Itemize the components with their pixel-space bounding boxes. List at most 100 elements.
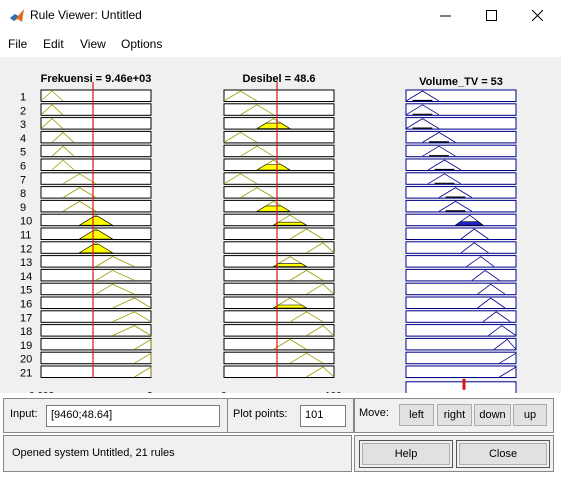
- input-rule-cell: [223, 186, 335, 199]
- input-rule-cell: [40, 310, 152, 323]
- rule-cell-frame: [405, 255, 517, 268]
- input-rule-cell: [40, 337, 152, 351]
- output-rule-cell: [405, 144, 517, 158]
- rule-number: 17: [20, 312, 32, 324]
- menu-edit[interactable]: Edit: [43, 37, 64, 51]
- rule-number: 8: [20, 188, 26, 200]
- rule-number: 14: [20, 271, 32, 283]
- menu-bar: File Edit View Options: [0, 31, 561, 57]
- rule-number: 21: [20, 368, 32, 380]
- minimize-button[interactable]: [422, 0, 468, 31]
- rule-cell-frame: [405, 268, 517, 282]
- input-rule-cell: [40, 89, 152, 102]
- output-rule-cell: [405, 255, 517, 268]
- rule-cell-frame: [405, 130, 517, 144]
- title-bar: Rule Viewer: Untitled: [0, 0, 561, 31]
- output-rule-cell: [405, 213, 517, 227]
- input-rule-cell: [223, 130, 335, 144]
- output-rule-cell: [405, 365, 517, 378]
- input-rule-cell: [223, 255, 335, 268]
- rule-cell-frame: [223, 130, 335, 144]
- input-field[interactable]: [9460;48.64]: [46, 405, 220, 427]
- rule-plot[interactable]: Frekuensi = 9.46e+03 Desibel = 48.6 Volume…: [0, 57, 561, 393]
- input-rule-cell: [40, 324, 152, 337]
- fired-area: [272, 263, 308, 267]
- rule-cell-frame: [405, 227, 517, 240]
- input-rule-cell: [223, 144, 335, 158]
- plot-points-field[interactable]: 101: [300, 405, 346, 427]
- rule-cell-frame: [40, 268, 152, 282]
- output-rule-cell: [405, 351, 517, 365]
- range-max-label: 100: [325, 391, 342, 393]
- menu-file[interactable]: File: [8, 37, 27, 51]
- input-rule-cell: [223, 241, 335, 254]
- range-max-label: 2: [147, 391, 153, 393]
- rule-cell-frame: [40, 199, 152, 213]
- move-down-button[interactable]: down: [474, 404, 511, 426]
- output-rule-cell: [405, 227, 517, 240]
- output-rule-cell: [405, 268, 517, 282]
- help-button-frame: Help: [359, 440, 453, 468]
- input-rule-cell: [40, 144, 152, 158]
- output-rule-cell: [405, 337, 517, 351]
- rule-number: 7: [20, 174, 26, 186]
- input-rule-cell: [40, 172, 152, 185]
- move-right-button[interactable]: right: [437, 404, 472, 426]
- plot-points-panel: Plot points: 101: [227, 398, 354, 433]
- rule-cell-frame: [223, 144, 335, 158]
- rule-number: 11: [20, 230, 31, 242]
- rule-number: 19: [20, 340, 32, 352]
- rule-cell-frame: [40, 296, 152, 309]
- move-up-button[interactable]: up: [513, 404, 547, 426]
- close-button[interactable]: Close: [459, 443, 547, 465]
- rule-cell-frame: [223, 310, 335, 323]
- input-rule-cell: [40, 186, 152, 199]
- input-rule-cell: [223, 103, 335, 116]
- rule-number: 6: [20, 161, 26, 173]
- rule-cell-frame: [405, 117, 517, 130]
- rule-cell-frame: [405, 186, 517, 199]
- rule-cell-frame: [223, 268, 335, 282]
- rule-number: 18: [20, 326, 32, 338]
- rule-cell-frame: [223, 103, 335, 116]
- input-panel: Input: [9460;48.64]: [3, 398, 228, 433]
- fired-area: [272, 221, 308, 226]
- input-rule-cell: [40, 130, 152, 144]
- maximize-button[interactable]: [468, 0, 514, 31]
- rule-cell-frame: [223, 365, 335, 378]
- rule-cell-frame: [405, 324, 517, 337]
- input-rule-cell: [40, 241, 152, 254]
- input-rule-cell: [40, 103, 152, 116]
- rule-cell-frame: [40, 255, 152, 268]
- move-left-button[interactable]: left: [399, 404, 434, 426]
- input-rule-cell: [223, 158, 335, 171]
- input-rule-cell: [40, 268, 152, 282]
- rule-cell-frame: [223, 89, 335, 102]
- rule-cell-frame: [405, 158, 517, 171]
- output-rule-cell: [405, 172, 517, 185]
- menu-options[interactable]: Options: [121, 37, 162, 51]
- input-rule-cell: [223, 199, 335, 213]
- rule-number: 3: [20, 119, 26, 131]
- fired-area: [272, 304, 308, 309]
- rule-cell-frame: [223, 337, 335, 351]
- close-window-button[interactable]: [514, 0, 560, 31]
- input-rule-cell: [223, 310, 335, 323]
- input-rule-cell: [223, 337, 335, 351]
- maximize-icon: [485, 10, 497, 21]
- move-panel: Move: left right down up: [354, 398, 554, 433]
- input-rule-cell: [223, 296, 335, 309]
- menu-view[interactable]: View: [80, 37, 106, 51]
- input-rule-cell: [40, 255, 152, 268]
- help-button[interactable]: Help: [362, 443, 450, 465]
- output-rule-cell: [405, 199, 517, 213]
- output-rule-cell: [405, 158, 517, 171]
- output-rule-cell: [405, 310, 517, 323]
- rule-cell-frame: [405, 310, 517, 323]
- rule-number: 1: [20, 92, 26, 104]
- input-rule-cell: [223, 324, 335, 337]
- rule-number: 20: [20, 354, 32, 366]
- column-title-2: Desibel = 48.6: [242, 73, 315, 85]
- output-rule-cell: [405, 282, 517, 296]
- input-label: Input:: [10, 408, 38, 420]
